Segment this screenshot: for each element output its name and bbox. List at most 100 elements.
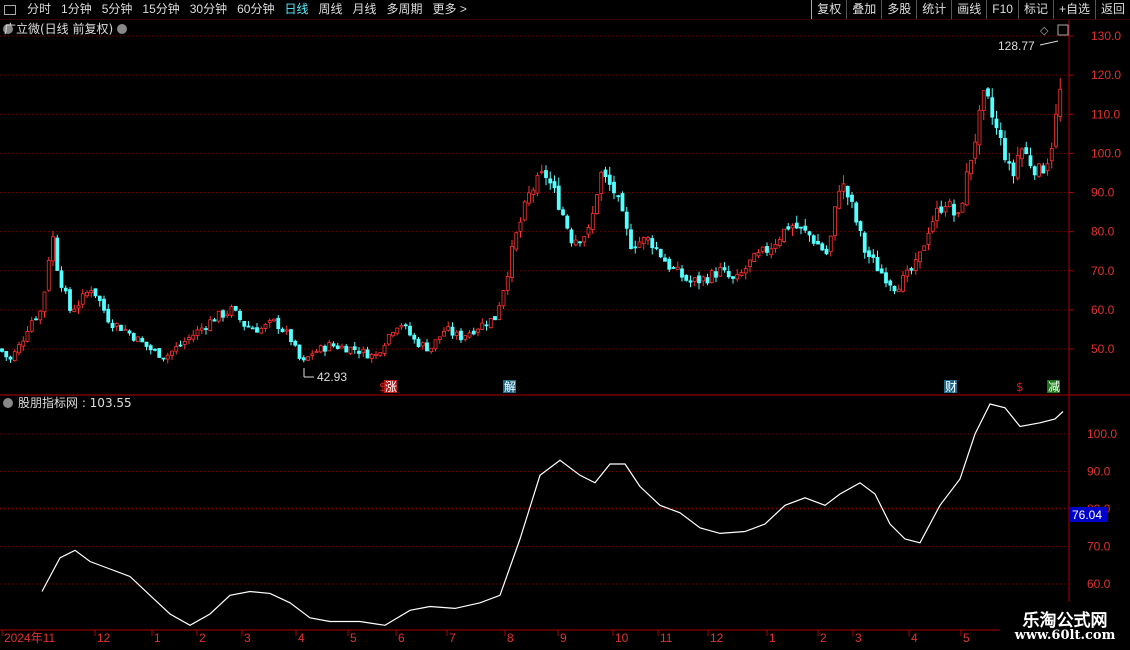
toolbar-button-3[interactable]: 统计	[916, 0, 951, 19]
candle-body	[488, 317, 493, 329]
date-tick-label: 9	[560, 631, 567, 645]
price-tick-label: 100.0	[1091, 146, 1121, 160]
candle-body	[561, 209, 565, 216]
candle-body	[0, 348, 4, 352]
tab-5[interactable]: 60分钟	[232, 0, 279, 19]
candle-body	[110, 322, 115, 329]
tab-8[interactable]: 月线	[348, 0, 382, 19]
candle-body	[238, 310, 242, 321]
tab-9[interactable]: 多周期	[382, 0, 428, 19]
date-tick-label: 1	[769, 631, 776, 645]
indicator-tick-label: 60.0	[1087, 577, 1111, 591]
date-tick-label: 2	[820, 631, 827, 645]
indicator-title: 股朋指标网 : 103.55	[18, 395, 132, 410]
toolbar-button-7[interactable]: +自选	[1052, 0, 1095, 19]
candle-body	[34, 318, 38, 321]
candle-body	[675, 266, 680, 270]
candle-body	[731, 276, 735, 279]
candle-body	[335, 345, 340, 349]
candle-body	[811, 235, 816, 244]
candle-body	[144, 341, 149, 347]
candle-body	[140, 337, 145, 343]
tab-0[interactable]: 分时	[22, 0, 56, 19]
candle-body	[127, 330, 132, 334]
date-tick-label: 5	[350, 631, 357, 645]
candle-body	[51, 236, 55, 262]
window-icon[interactable]	[4, 4, 16, 15]
date-tick-label: 1	[154, 631, 161, 645]
candle-body	[21, 340, 26, 347]
candle-body	[484, 324, 489, 327]
candle-body	[471, 330, 476, 335]
toolbar-button-2[interactable]: 多股	[881, 0, 916, 19]
candle-body	[225, 313, 230, 317]
candle-body	[765, 246, 769, 253]
candle-body	[960, 202, 965, 213]
candle-body	[361, 348, 366, 354]
candle-body	[1007, 161, 1012, 164]
toolbar-button-6[interactable]: 标记	[1017, 0, 1053, 19]
candle-body	[1041, 165, 1046, 174]
price-tick-label: 70.0	[1091, 264, 1115, 278]
top-toolbar: 分时 1分钟 5分钟 15分钟 30分钟 60分钟 日线 周线 月线 多周期 更多 > 复权 叠加 多股…	[0, 0, 1130, 20]
diamond-icon: ◇	[1040, 24, 1049, 37]
candle-body	[272, 318, 276, 322]
candle-body	[595, 194, 599, 215]
candle-body	[739, 272, 744, 277]
tab-7[interactable]: 周线	[313, 0, 347, 19]
candle-body	[119, 324, 123, 331]
price-tick-label: 80.0	[1091, 225, 1115, 239]
candle-body	[527, 192, 531, 204]
candle-body	[994, 118, 999, 129]
toolbar-button-8[interactable]: 返回	[1094, 0, 1130, 19]
toolbar-button-1[interactable]: 叠加	[846, 0, 881, 19]
candle-body	[327, 342, 332, 352]
candle-body	[654, 247, 659, 249]
candle-body	[837, 190, 842, 209]
toolbar-button-0[interactable]: 复权	[811, 0, 846, 19]
low-price-label: 42.93	[317, 370, 347, 384]
candle-body	[514, 232, 519, 250]
candle-body	[229, 306, 234, 316]
candle-body	[89, 290, 94, 294]
candle-body	[114, 323, 119, 327]
candle-body	[284, 329, 289, 332]
candle-body	[756, 252, 761, 257]
stock-chart[interactable]: 130.0 120.0 110.0 100.0 90.0 80.0 70.0 60.0 50.0…	[0, 0, 1130, 650]
candle-body	[255, 327, 259, 333]
candle-body	[697, 275, 701, 284]
price-tick-label: 50.0	[1091, 342, 1115, 356]
candle-body	[578, 241, 582, 244]
candle-body	[790, 225, 795, 229]
candle-body	[1054, 113, 1058, 147]
candle-body	[97, 295, 102, 302]
candle-body	[952, 203, 956, 216]
tab-3[interactable]: 15分钟	[137, 0, 184, 19]
tab-6[interactable]: 日线	[279, 0, 313, 19]
toolbar-button-4[interactable]: 画线	[951, 0, 986, 19]
price-tick-label: 110.0	[1091, 107, 1120, 121]
tab-2[interactable]: 5分钟	[97, 0, 138, 19]
date-tick-label: 2	[199, 631, 206, 645]
date-tick-label: 11	[660, 631, 673, 645]
candle-body	[867, 250, 871, 258]
candle-body	[943, 206, 948, 213]
candle-body	[539, 171, 544, 174]
candle-body	[170, 350, 174, 356]
candle-body	[913, 259, 918, 272]
tab-10[interactable]: 更多 >	[428, 0, 472, 19]
candle-body	[318, 345, 323, 353]
candle-body	[820, 243, 825, 251]
candle-body	[637, 241, 642, 248]
tab-4[interactable]: 30分钟	[185, 0, 232, 19]
candle-body	[365, 349, 370, 359]
candle-body	[148, 345, 153, 351]
candle-body	[990, 97, 995, 118]
toolbar-button-5[interactable]: F10	[986, 0, 1018, 19]
candle-body	[301, 357, 306, 361]
candle-body	[29, 320, 34, 332]
candle-body	[714, 271, 718, 278]
chevron-down-icon	[3, 398, 13, 408]
candle-body	[718, 267, 723, 277]
tab-1[interactable]: 1分钟	[56, 0, 97, 19]
